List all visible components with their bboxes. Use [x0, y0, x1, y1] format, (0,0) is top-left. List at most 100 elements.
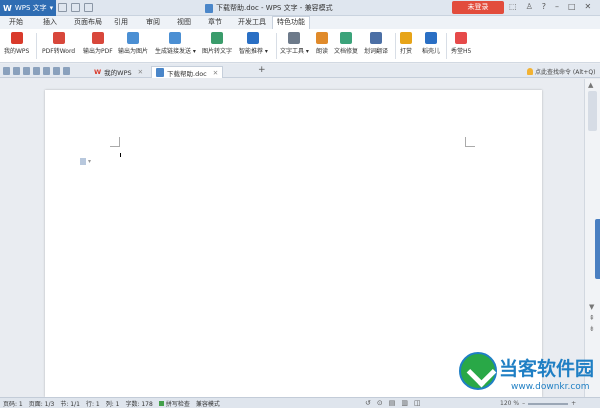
redo-icon[interactable] — [63, 67, 70, 75]
scroll-down-icon[interactable]: ▼ — [589, 303, 595, 311]
prev-page-icon[interactable]: ⇞ — [589, 314, 595, 322]
print-icon[interactable] — [71, 3, 80, 12]
watermark-logo-icon — [459, 352, 497, 390]
login-button[interactable]: 未登录 — [452, 1, 504, 14]
skin-icon[interactable]: ⬚ — [509, 2, 517, 11]
image-to-text-icon — [211, 32, 223, 44]
spell-check-label: 拼写检查 — [165, 400, 190, 408]
title-bar: W WPS 文字 ▾ 下载帮助.doc - WPS 文字 - 兼容模式 未登录 … — [0, 0, 600, 16]
tab-document[interactable]: 下载帮助.doc ✕ — [151, 66, 224, 78]
ribbon-label: 文字工具 ▾ — [280, 48, 309, 55]
export-pdf-icon — [91, 32, 104, 44]
ribbon-label: 我的WPS — [4, 48, 30, 55]
doc-repair-button[interactable]: 文档修复 — [334, 32, 358, 55]
undo-icon[interactable] — [53, 67, 60, 75]
share-link-button[interactable]: 生成链接发送 ▾ — [155, 32, 196, 55]
close-icon[interactable]: ✕ — [138, 68, 143, 76]
document-page[interactable]: ▾ — [45, 90, 542, 397]
smart-recommend-button[interactable]: 智能推荐 ▾ — [239, 32, 268, 55]
document-icon — [156, 68, 164, 77]
user-icon[interactable]: ♙ — [526, 2, 533, 11]
status-word-count[interactable]: 字数: 178 — [125, 399, 152, 408]
h5-button[interactable]: 秀堂H5 — [451, 32, 471, 55]
margin-corner-top-left — [110, 137, 120, 147]
read-aloud-button[interactable]: 朗读 — [316, 32, 328, 55]
divider — [276, 33, 277, 59]
divider — [36, 33, 37, 59]
close-button[interactable]: ✕ — [585, 2, 592, 11]
docer-button[interactable]: 稻壳儿 — [422, 32, 440, 55]
dropdown-dot-icon: ▾ — [88, 158, 92, 165]
ribbon: 我的WPS PDF转Word 输出为PDF 输出为图片 生成链接发送 ▾ 图片转… — [0, 29, 600, 63]
open-folder-icon[interactable] — [3, 67, 10, 75]
reward-button[interactable]: 打赏 — [400, 32, 412, 55]
spell-check-toggle[interactable]: 拼写检查 — [158, 399, 190, 408]
paragraph-marker: ▾ — [80, 158, 91, 165]
tab-chapter[interactable]: 章节 — [208, 17, 222, 27]
tab-review[interactable]: 审阅 — [146, 17, 160, 27]
export-image-button[interactable]: 输出为图片 — [118, 32, 148, 55]
print-icon[interactable] — [33, 67, 40, 75]
watermark-title: 当客软件园 — [499, 358, 595, 380]
command-search[interactable]: 点此查找命令 (Alt+Q) — [527, 67, 595, 76]
export-image-icon — [127, 32, 139, 44]
protect-icon[interactable]: ⊙ — [377, 399, 383, 407]
preview-icon[interactable] — [43, 67, 50, 75]
text-tools-button[interactable]: 文字工具 ▾ — [280, 32, 309, 55]
translate-button[interactable]: 划词翻译 — [364, 32, 388, 55]
read-aloud-icon — [316, 32, 328, 44]
read-view-icon[interactable]: ▥ — [401, 399, 408, 407]
window-title: 下载帮助.doc - WPS 文字 - 兼容模式 — [205, 3, 333, 13]
maximize-button[interactable]: □ — [568, 2, 576, 11]
status-page-count: 页面: 1/3 — [28, 400, 55, 408]
view-buttons: ↺ ⊙ ▤ ▥ ◫ — [365, 399, 421, 407]
tab-view[interactable]: 视图 — [177, 17, 191, 27]
scroll-thumb[interactable] — [588, 91, 597, 131]
pdf-to-word-icon — [52, 32, 65, 44]
file-toolbar — [3, 67, 70, 75]
page-nav: ▼ ⇞ ⇟ — [589, 303, 595, 333]
app-label: WPS 文字 — [14, 4, 47, 12]
tab-start[interactable]: 开始 — [9, 17, 23, 27]
lightbulb-icon — [527, 68, 533, 75]
translate-icon — [370, 32, 382, 44]
close-icon[interactable]: ✕ — [213, 69, 218, 77]
history-icon[interactable]: ↺ — [365, 399, 371, 407]
minimize-button[interactable]: – — [555, 2, 559, 11]
undo-icon[interactable] — [84, 3, 93, 12]
app-menu-button[interactable]: W WPS 文字 ▾ — [0, 0, 56, 16]
ribbon-label: 生成链接发送 ▾ — [155, 48, 196, 55]
docer-icon — [425, 32, 437, 44]
tab-special-features[interactable]: 特色功能 — [272, 16, 310, 29]
vertical-scrollbar[interactable]: ▲ ▼ ⇞ ⇟ — [584, 79, 600, 397]
document-tabs-bar: W 我的WPS ✕ 下载帮助.doc ✕ + 点此查找命令 (Alt+Q) — [0, 64, 600, 78]
tab-insert[interactable]: 插入 — [43, 17, 57, 27]
ribbon-label: 智能推荐 ▾ — [239, 48, 268, 55]
tab-references[interactable]: 引用 — [114, 17, 128, 27]
ribbon-label: 划词翻译 — [364, 48, 389, 55]
document-icon — [205, 3, 213, 13]
pdf-to-word-button[interactable]: PDF转Word — [42, 32, 75, 55]
reward-icon — [400, 32, 412, 44]
tab-my-wps[interactable]: W 我的WPS ✕ — [90, 66, 147, 78]
save-icon[interactable] — [13, 67, 20, 75]
ribbon-label: 稻壳儿 — [422, 48, 441, 55]
site-watermark: 当客软件园 www.downkr.com — [455, 352, 600, 408]
compat-mode-label: 兼容模式 — [195, 400, 220, 408]
save-icon[interactable] — [58, 3, 67, 12]
next-page-icon[interactable]: ⇟ — [589, 325, 595, 333]
status-page-number: 页码: 1 — [3, 400, 23, 408]
tab-page-layout[interactable]: 页面布局 — [74, 17, 102, 27]
tab-developer[interactable]: 开发工具 — [238, 17, 266, 27]
side-panel-tab[interactable] — [595, 219, 600, 279]
add-tab-button[interactable]: + — [258, 65, 266, 75]
export-icon[interactable] — [23, 67, 30, 75]
my-wps-button[interactable]: 我的WPS — [4, 32, 29, 55]
scroll-up-icon[interactable]: ▲ — [588, 81, 593, 89]
doc-tab-label: 下载帮助.doc — [167, 69, 207, 78]
web-view-icon[interactable]: ◫ — [414, 399, 421, 407]
image-to-text-button[interactable]: 图片转文字 — [202, 32, 232, 55]
page-view-icon[interactable]: ▤ — [389, 399, 396, 407]
help-icon[interactable]: ? — [542, 2, 546, 11]
export-pdf-button[interactable]: 输出为PDF — [83, 32, 113, 55]
